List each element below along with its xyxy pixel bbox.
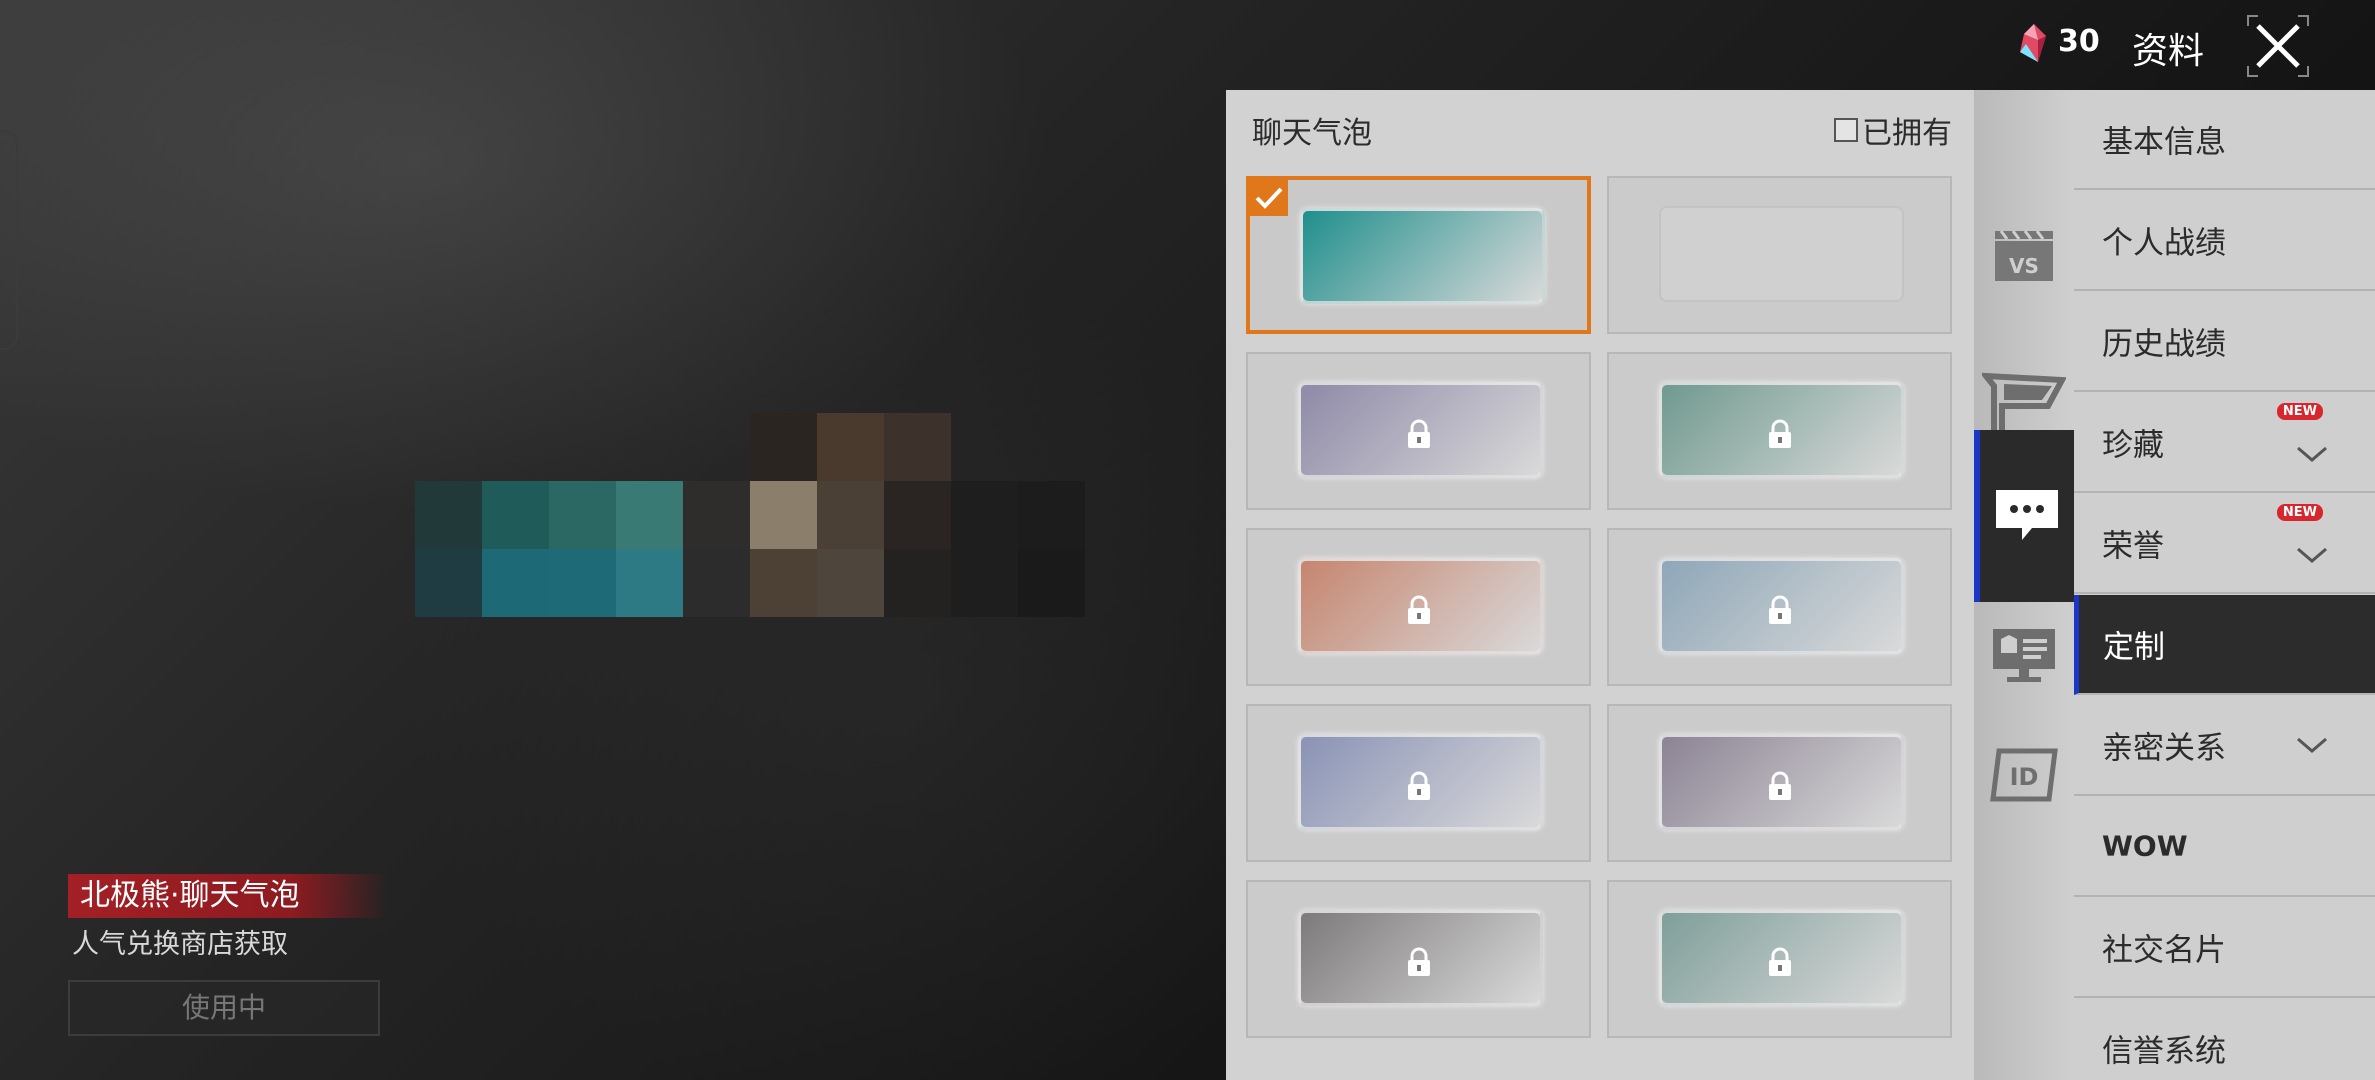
panel-title: 聊天气泡: [1252, 116, 1372, 151]
menu-item-label: 荣誉: [2102, 528, 2164, 565]
mosaic-pixel: [817, 413, 884, 481]
mosaic-pixel: [482, 481, 549, 549]
menu-relationship[interactable]: 亲密关系: [2074, 696, 2375, 796]
left-edge-handle[interactable]: [0, 130, 18, 350]
mosaic-pixel: [683, 549, 750, 617]
menu-basic-info[interactable]: 基本信息: [2074, 90, 2375, 190]
chevron-down-icon[interactable]: [2295, 545, 2329, 565]
mosaic-pixel: [951, 481, 1018, 549]
item-name: 北极熊·聊天气泡: [80, 878, 300, 913]
mosaic-pixel: [750, 413, 817, 481]
bubble-cell-snowboard-bubble[interactable]: [1246, 528, 1591, 686]
category-icon-rail: VS ID: [1974, 90, 2074, 1080]
profile-menu: 基本信息个人战绩历史战绩珍藏 NEW 荣誉 NEW 定制亲密关系 WOW 社交名片信誉系统: [2074, 90, 2375, 1080]
menu-history-stats[interactable]: 历史战绩: [2074, 292, 2375, 392]
menu-custom[interactable]: 定制: [2074, 595, 2375, 695]
mosaic-pixel: [951, 549, 1018, 617]
bubble-cell-lantern-bubble[interactable]: [1246, 704, 1591, 862]
bubble-cell-arctic-bear-bubble[interactable]: [1246, 176, 1591, 334]
owned-filter-label: 已拥有: [1862, 116, 1952, 151]
mosaic-pixel: [549, 481, 616, 549]
mosaic-pixel: [884, 413, 951, 481]
rail-display-icon[interactable]: [1974, 600, 2074, 710]
mosaic-pixel: [415, 549, 482, 617]
chevron-down-icon[interactable]: [2295, 444, 2329, 464]
currency-value: 30: [2058, 24, 2100, 59]
bubble-cell-purple-bubble[interactable]: [1246, 352, 1591, 510]
lock-icon: [1407, 947, 1430, 976]
menu-wow[interactable]: WOW: [2074, 797, 2375, 897]
mosaic-pixel: [750, 481, 817, 549]
screen: 北极熊·聊天气泡 人气兑换商店获取 使用中 30 资料 聊天气泡 已拥有 VS I…: [0, 0, 2375, 1080]
crystal-icon: [2020, 24, 2046, 62]
bubble-cell-lion-bubble[interactable]: [1607, 352, 1952, 510]
chat-bubble-panel: 聊天气泡 已拥有: [1226, 90, 1974, 1080]
lock-icon: [1407, 595, 1430, 624]
rail-id-icon[interactable]: ID: [1974, 720, 2074, 830]
menu-item-label: 珍藏: [2102, 427, 2164, 464]
new-badge: NEW: [2276, 403, 2323, 420]
mosaic-pixel: [884, 549, 951, 617]
mosaic-pixel: [1018, 549, 1085, 617]
mosaic-pixel: [884, 481, 951, 549]
mosaic-pixel: [750, 549, 817, 617]
lock-icon: [1407, 771, 1430, 800]
menu-personal-stats[interactable]: 个人战绩: [2074, 191, 2375, 291]
menu-reputation[interactable]: 信誉系统: [2074, 999, 2375, 1080]
rail-chat-icon[interactable]: [1974, 430, 2074, 602]
close-icon[interactable]: [2244, 12, 2312, 80]
menu-item-label: 社交名片: [2102, 932, 2226, 969]
lock-icon: [1407, 419, 1430, 448]
mosaic-pixel: [683, 481, 750, 549]
bubble-preview-mosaic: [415, 413, 1085, 630]
mosaic-pixel: [415, 481, 482, 549]
menu-item-label: 信誉系统: [2102, 1033, 2226, 1070]
mosaic-pixel: [616, 549, 683, 617]
menu-item-label: 个人战绩: [2102, 225, 2226, 262]
checkbox-icon[interactable]: [1834, 118, 1858, 142]
lock-icon: [1768, 419, 1791, 448]
menu-item-label: 基本信息: [2102, 124, 2226, 161]
bubble-cell-mauve-bubble[interactable]: [1607, 704, 1952, 862]
use-button[interactable]: 使用中: [68, 980, 380, 1036]
mosaic-pixel: [549, 549, 616, 617]
mosaic-pixel: [1018, 481, 1085, 549]
chevron-down-icon[interactable]: [2295, 735, 2329, 755]
bubble-cell-cat-bubble[interactable]: [1246, 880, 1591, 1038]
page-title: 资料: [2132, 31, 2205, 72]
bubble-frame: [1300, 208, 1545, 304]
bubble-frame: [1659, 206, 1904, 302]
menu-item-label: 历史战绩: [2102, 326, 2226, 363]
bubble-cell-empty-bubble-slot[interactable]: [1607, 176, 1952, 334]
svg-text:VS: VS: [2009, 254, 2039, 278]
lock-icon: [1768, 595, 1791, 624]
menu-item-label: WOW: [2102, 829, 2188, 863]
lock-icon: [1768, 771, 1791, 800]
mosaic-pixel: [616, 481, 683, 549]
mosaic-pixel: [817, 549, 884, 617]
new-badge: NEW: [2276, 504, 2323, 521]
lock-icon: [1768, 947, 1791, 976]
menu-collection[interactable]: 珍藏 NEW: [2074, 393, 2375, 493]
checkmark-icon: [1250, 180, 1288, 216]
item-source: 人气兑换商店获取: [72, 929, 288, 960]
menu-item-label: 定制: [2103, 629, 2165, 666]
rail-vs-icon[interactable]: VS: [1974, 200, 2074, 310]
bubble-cell-goggles-bubble[interactable]: [1607, 880, 1952, 1038]
bubble-cell-wolf-bubble[interactable]: [1607, 528, 1952, 686]
menu-honor[interactable]: 荣誉 NEW: [2074, 494, 2375, 594]
owned-filter-checkbox[interactable]: 已拥有: [1834, 108, 1952, 152]
svg-text:ID: ID: [2010, 763, 2039, 791]
mosaic-pixel: [817, 481, 884, 549]
menu-social-card[interactable]: 社交名片: [2074, 898, 2375, 998]
mosaic-pixel: [482, 549, 549, 617]
menu-item-label: 亲密关系: [2102, 730, 2226, 767]
